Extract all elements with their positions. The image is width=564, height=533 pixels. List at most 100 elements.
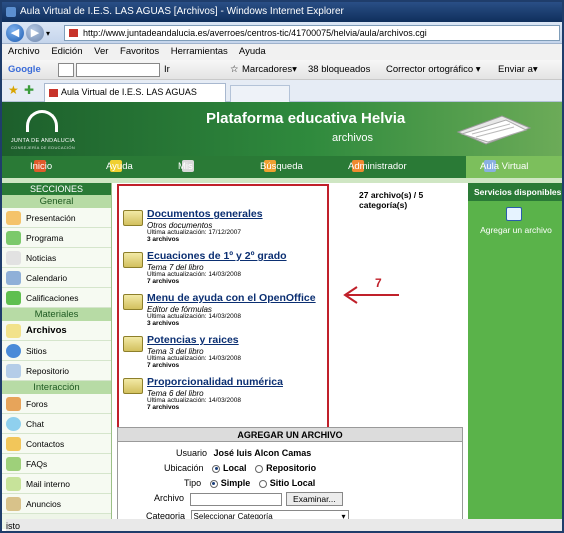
list-item: Menu de ayuda con el OpenOffice Editor d… (123, 292, 323, 332)
sidebar-item-chat[interactable]: Chat (2, 414, 111, 434)
star-icon: ☆ (230, 64, 239, 75)
helvia-banner: JUNTA DE ANDALUCIA CONSEJERÍA DE EDUCACI… (2, 102, 562, 156)
add-file-icon[interactable] (506, 207, 522, 221)
google-search-input[interactable] (76, 63, 160, 77)
list-item: Potencias y raices Tema 3 del libro Ulti… (123, 334, 323, 374)
main-nav: Inicio Ayuda Mis datos Búsqueda Administ… (2, 156, 562, 194)
menu-ver[interactable]: Ver (94, 46, 108, 57)
nav-busqueda[interactable]: Búsqueda (260, 156, 303, 178)
annotation-arrow-icon (343, 286, 399, 304)
new-tab-button[interactable] (230, 85, 290, 102)
add-file-link[interactable]: Agregar un archivo (474, 225, 558, 235)
checkmark-icon (6, 291, 21, 305)
ie-icon (6, 7, 16, 17)
program-icon (6, 231, 21, 245)
sidebar-item-sitios[interactable]: Sitios (2, 341, 111, 361)
folder-icon (123, 378, 143, 394)
interaccion-header: Interacción (2, 381, 111, 394)
usuario-row: Usuario José luis Alcon Camas (176, 448, 312, 458)
files-icon (6, 324, 21, 338)
file-path-input[interactable] (189, 492, 282, 506)
services-panel: Servicios disponibles Agregar un archivo (468, 183, 562, 529)
chat-icon (6, 417, 21, 431)
sitio-local-radio[interactable] (258, 479, 267, 488)
enviar-button[interactable]: Enviar a▾ (498, 60, 538, 80)
favorites-star-icon[interactable]: ★ (8, 83, 19, 97)
folder-link[interactable]: Potencias y raices (147, 334, 239, 346)
google-menu-button[interactable] (58, 63, 74, 77)
folder-link[interactable]: Documentos generales (147, 208, 263, 220)
folder-link[interactable]: Menu de ayuda con el OpenOffice (147, 292, 316, 304)
tab-favicon (49, 89, 58, 97)
examinar-button[interactable]: Examinar... (286, 492, 343, 506)
folder-icon (123, 210, 143, 226)
site-favicon (69, 29, 78, 37)
menu-archivo[interactable]: Archivo (8, 46, 40, 57)
go-button[interactable]: Ir (164, 60, 170, 80)
folder-link[interactable]: Ecuaciones de 1º y 2º grado (147, 250, 287, 262)
ubicacion-row: Ubicación Local Repositorio (164, 463, 317, 473)
google-toolbar: Google Ir ☆ Marcadores▾ 38 bloqueados Co… (2, 60, 562, 80)
presentation-icon (6, 211, 21, 225)
contacts-icon (6, 437, 21, 451)
nav-ayuda[interactable]: Ayuda (106, 156, 133, 178)
browser-window: Aula Virtual de I.E.S. LAS AGUAS [Archiv… (0, 0, 564, 533)
sidebar-item-foros[interactable]: Foros (2, 394, 111, 414)
nav-inicio[interactable]: Inicio (30, 156, 52, 178)
folder-icon (123, 294, 143, 310)
sidebar-item-noticias[interactable]: Noticias (2, 248, 111, 268)
junta-andalucia-logo: JUNTA DE ANDALUCIA CONSEJERÍA DE EDUCACI… (8, 108, 78, 152)
list-item: Ecuaciones de 1º y 2º grado Tema 7 del l… (123, 250, 323, 290)
sidebar-item-repositorio[interactable]: Repositorio (2, 361, 111, 381)
sidebar-item-presentacion[interactable]: Presentación (2, 208, 111, 228)
local-radio[interactable] (212, 464, 221, 473)
materiales-header: Materiales (2, 308, 111, 321)
tipo-row: Tipo Simple Sitio Local (184, 478, 316, 488)
section-subtitle: archivos (332, 132, 373, 144)
simple-radio[interactable] (209, 479, 218, 488)
corrector-button[interactable]: Corrector ortográfico ▾ (386, 60, 481, 80)
nav-administrador[interactable]: Administrador (348, 156, 407, 178)
add-file-form: AGREGAR UN ARCHIVO Usuario José luis Alc… (117, 427, 463, 527)
files-count: 27 archivo(s) / 5 categoría(s) (359, 190, 424, 210)
mail-icon (6, 477, 21, 491)
address-input[interactable]: http://www.juntadeandalucia.es/averroes/… (64, 25, 560, 41)
forward-icon[interactable]: ▶ (26, 24, 44, 42)
sidebar-item-archivos[interactable]: Archivos (2, 321, 111, 341)
repositorio-radio[interactable] (255, 464, 264, 473)
address-bar-row: ◀ ▶ ▾ http://www.juntadeandalucia.es/ave… (2, 22, 562, 44)
sidebar-item-faqs[interactable]: FAQs (2, 454, 111, 474)
title-bar: Aula Virtual de I.E.S. LAS AGUAS [Archiv… (2, 2, 562, 22)
list-item: Documentos generales Otros documentos Ul… (123, 208, 323, 248)
menu-herramientas[interactable]: Herramientas (171, 46, 228, 57)
add-favorites-icon[interactable]: ✚ (24, 83, 34, 97)
nav-mis-datos[interactable]: Mis datos (178, 156, 201, 194)
tabs-bar: ★ ✚ Aula Virtual de I.E.S. LAS AGUAS [Ar… (2, 80, 562, 114)
sidebar-item-calendario[interactable]: Calendario (2, 268, 111, 288)
sidebar-item-contactos[interactable]: Contactos (2, 434, 111, 454)
globe-icon (6, 344, 21, 358)
menu-ayuda[interactable]: Ayuda (239, 46, 266, 57)
list-item: Proporcionalidad numérica Tema 6 del lib… (123, 376, 323, 416)
folder-link[interactable]: Proporcionalidad numérica (147, 376, 283, 388)
form-header: AGREGAR UN ARCHIVO (118, 428, 462, 442)
tab-aula-virtual[interactable]: Aula Virtual de I.E.S. LAS AGUAS [Archiv… (44, 83, 226, 114)
sidebar-item-anuncios[interactable]: Anuncios (2, 494, 111, 514)
sections-header: SECCIONES (2, 183, 111, 195)
menu-edicion[interactable]: Edición (51, 46, 82, 57)
back-icon[interactable]: ◀ (6, 24, 24, 42)
nav-aula-virtual[interactable]: Aula Virtual (466, 156, 562, 178)
announcements-icon (6, 497, 21, 511)
forum-icon (6, 397, 21, 411)
menu-favoritos[interactable]: Favoritos (120, 46, 159, 57)
bloqueados-button[interactable]: 38 bloqueados (308, 60, 370, 80)
papers-icon (456, 115, 532, 145)
sidebar-item-programa[interactable]: Programa (2, 228, 111, 248)
sections-sidebar: SECCIONES General Presentación Programa … (2, 183, 112, 529)
marcadores-button[interactable]: Marcadores▾ (242, 60, 297, 80)
sidebar-item-mail-interno[interactable]: Mail interno (2, 474, 111, 494)
history-dropdown-icon[interactable]: ▾ (46, 29, 50, 38)
sidebar-item-calificaciones[interactable]: Calificaciones (2, 288, 111, 308)
folder-icon (123, 252, 143, 268)
services-header: Servicios disponibles (468, 183, 562, 201)
